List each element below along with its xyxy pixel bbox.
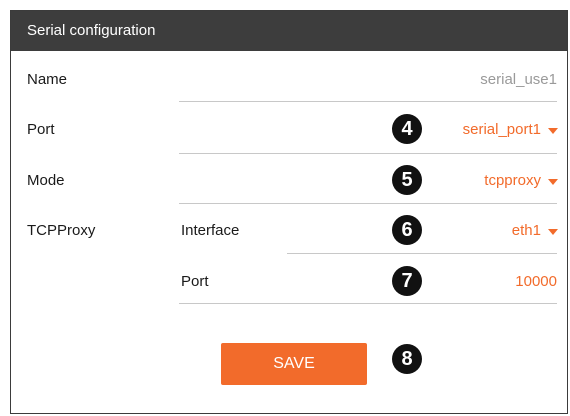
interface-select-value[interactable]: eth1	[512, 222, 541, 239]
tcpproxy-label: TCPProxy	[27, 222, 96, 239]
interface-label: Interface	[181, 222, 240, 239]
port-underline	[179, 153, 557, 154]
tcp-port-underline	[179, 303, 557, 304]
name-underline	[179, 101, 557, 102]
tcp-port-label: Port	[181, 273, 209, 290]
name-field[interactable]: serial_use1	[480, 71, 557, 88]
caret-down-icon[interactable]	[548, 229, 558, 235]
callout-badge-7: 7	[392, 266, 422, 296]
caret-down-icon[interactable]	[548, 128, 558, 134]
callout-badge-6: 6	[392, 215, 422, 245]
interface-underline	[287, 253, 557, 254]
serial-configuration-panel: Serial configuration Name serial_use1 Po…	[10, 10, 568, 414]
mode-label: Mode	[27, 172, 65, 189]
mode-underline	[179, 203, 557, 204]
save-button[interactable]: SAVE	[221, 343, 367, 385]
port-select-value[interactable]: serial_port1	[463, 121, 541, 138]
name-label: Name	[27, 71, 68, 88]
callout-badge-8: 8	[392, 344, 422, 374]
caret-down-icon[interactable]	[548, 179, 558, 185]
panel-title: Serial configuration	[27, 22, 156, 39]
mode-select-value[interactable]: tcpproxy	[484, 172, 541, 189]
panel-header: Serial configuration	[11, 11, 567, 51]
callout-badge-5: 5	[392, 165, 422, 195]
port-label: Port	[27, 121, 55, 138]
tcp-port-input[interactable]: 10000	[515, 273, 557, 290]
callout-badge-4: 4	[392, 114, 422, 144]
